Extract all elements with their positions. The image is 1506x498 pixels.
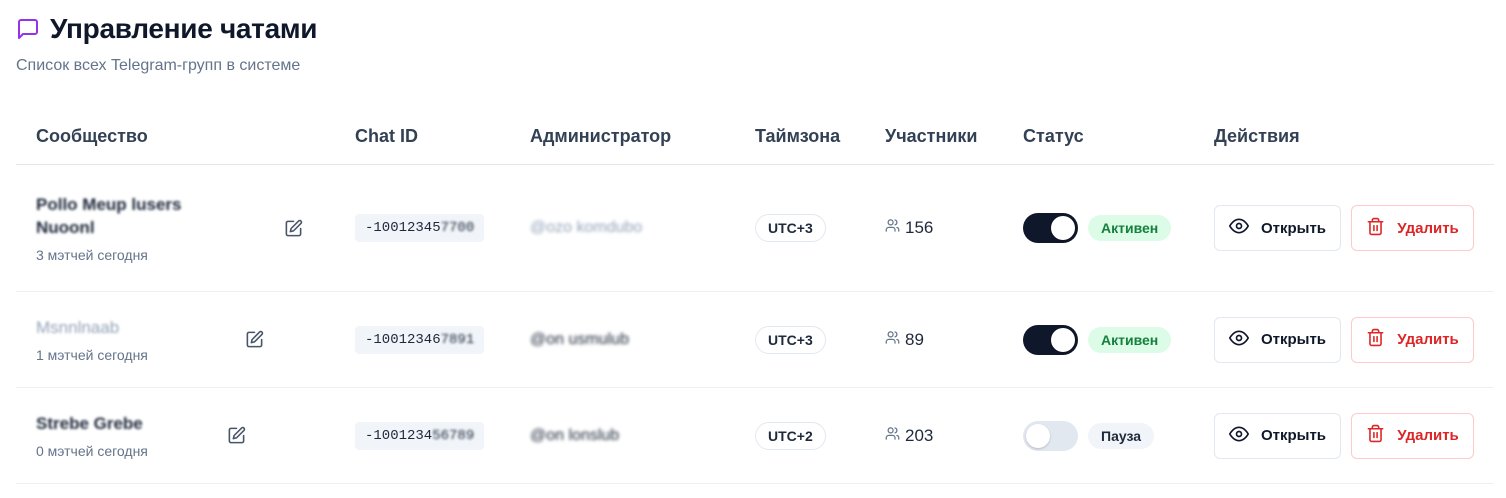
column-header-members: Участники xyxy=(885,125,978,146)
members-count: 203 xyxy=(905,425,934,445)
status-cell: Активен xyxy=(1023,324,1214,355)
table-row: Msnnlnaab 1 мэтчей сегодня -100123467891… xyxy=(16,292,1494,388)
members-count: 156 xyxy=(905,218,934,237)
edit-icon[interactable] xyxy=(224,424,248,448)
chat-id-prefix: -10012346 xyxy=(365,331,441,348)
members-cell: 89 xyxy=(885,330,1023,350)
toggle-knob xyxy=(1051,327,1075,352)
trash-icon xyxy=(1366,217,1385,240)
community-name: Pollo Meup lusers xyxy=(36,195,182,214)
title-row: Управление чатами xyxy=(16,12,318,46)
users-icon xyxy=(885,426,900,446)
column-header-status: Статус xyxy=(1023,125,1084,146)
timezone-cell: UTC+2 xyxy=(755,421,885,450)
delete-button[interactable]: Удалить xyxy=(1351,205,1474,251)
admin-username: @ozo komdubo xyxy=(530,219,643,236)
chat-id-cell: -100123456789 xyxy=(355,421,530,450)
edit-icon[interactable] xyxy=(242,328,266,352)
matches-today: 3 мэтчей сегодня xyxy=(36,247,148,263)
admin-username: @on usmulub xyxy=(530,330,629,348)
timezone-badge: UTC+2 xyxy=(755,421,826,450)
chat-id-tail: 7700 xyxy=(440,220,475,236)
delete-button-label: Удалить xyxy=(1397,219,1459,237)
users-icon xyxy=(885,330,900,350)
status-toggle[interactable] xyxy=(1023,213,1078,243)
matches-today: 1 мэтчей сегодня xyxy=(36,347,148,363)
status-cell: Активен xyxy=(1023,213,1214,243)
timezone-cell: UTC+3 xyxy=(755,325,885,354)
open-button-label: Открыть xyxy=(1260,427,1327,444)
delete-button[interactable]: Удалить xyxy=(1351,316,1474,363)
trash-icon xyxy=(1366,424,1385,447)
timezone-badge: UTC+3 xyxy=(755,325,826,354)
table-row: Pollo Meup lusers Nuoonl 3 мэтчей сегодн… xyxy=(16,165,1494,292)
column-header-actions: Действия xyxy=(1214,125,1300,146)
community-name-line2: Nuoonl xyxy=(36,218,95,237)
delete-button[interactable]: Удалить xyxy=(1351,412,1474,459)
status-badge: Активен xyxy=(1088,326,1172,353)
open-button[interactable]: Открыть xyxy=(1214,316,1341,363)
page-header: Управление чатами Список всех Telegram-г… xyxy=(16,12,318,75)
actions-cell: Открыть Удалить xyxy=(1214,412,1494,459)
toggle-knob xyxy=(1026,423,1050,448)
delete-button-label: Удалить xyxy=(1397,427,1459,444)
community-cell: Msnnlnaab 1 мэтчей сегодня xyxy=(16,316,355,363)
message-square-icon xyxy=(16,17,40,41)
trash-icon xyxy=(1366,328,1385,351)
status-cell: Пауза xyxy=(1023,420,1214,451)
admin-username: @on lonslub xyxy=(530,426,620,444)
status-toggle[interactable] xyxy=(1023,420,1078,451)
chat-id-prefix: -1001234 xyxy=(365,427,433,444)
members-count: 89 xyxy=(905,329,924,349)
page-subtitle: Список всех Telegram-групп в системе xyxy=(16,57,301,74)
chat-id-tail: 7891 xyxy=(440,331,475,348)
members-cell: 203 xyxy=(885,426,1023,446)
status-badge: Активен xyxy=(1088,215,1172,241)
timezone-cell: UTC+3 xyxy=(755,214,885,242)
chat-id-cell: -100123457700 xyxy=(355,214,530,242)
admin-cell: @on usmulub xyxy=(530,331,755,349)
toggle-knob xyxy=(1051,216,1075,240)
table-row: Strebe Grebe 0 мэтчей сегодня -100123456… xyxy=(16,388,1494,484)
eye-icon xyxy=(1228,328,1249,352)
column-header-timezone: Таймзона xyxy=(755,125,841,146)
open-button-label: Открыть xyxy=(1260,219,1327,237)
community-cell: Strebe Grebe 0 мэтчей сегодня xyxy=(16,412,355,459)
delete-button-label: Удалить xyxy=(1397,331,1459,348)
members-cell: 156 xyxy=(885,218,1023,238)
community-name: Strebe Grebe xyxy=(36,414,143,433)
matches-today: 0 мэтчей сегодня xyxy=(36,443,148,459)
page-title: Управление чатами xyxy=(50,13,318,44)
chat-id-tail: 56789 xyxy=(432,427,475,444)
chat-id: -100123457700 xyxy=(355,214,485,242)
eye-icon xyxy=(1228,216,1249,240)
chat-id: -100123467891 xyxy=(355,325,485,354)
actions-cell: Открыть Удалить xyxy=(1214,316,1494,363)
column-header-admin: Администратор xyxy=(530,125,672,146)
community-cell: Pollo Meup lusers Nuoonl 3 мэтчей сегодн… xyxy=(16,193,355,263)
column-header-chat-id: Chat ID xyxy=(355,125,418,146)
admin-cell: @on lonslub xyxy=(530,427,755,445)
open-button[interactable]: Открыть xyxy=(1214,412,1341,459)
chat-management-page: Управление чатами Список всех Telegram-г… xyxy=(0,0,1506,498)
chat-id: -100123456789 xyxy=(355,421,485,450)
edit-icon[interactable] xyxy=(281,216,305,240)
eye-icon xyxy=(1228,424,1249,448)
chats-table: Сообщество Chat ID Администратор Таймзон… xyxy=(16,108,1494,484)
actions-cell: Открыть Удалить xyxy=(1214,205,1494,251)
chat-id-prefix: -10012345 xyxy=(365,220,441,236)
open-button[interactable]: Открыть xyxy=(1214,205,1341,251)
chat-id-cell: -100123467891 xyxy=(355,325,530,354)
table-header: Сообщество Chat ID Администратор Таймзон… xyxy=(16,108,1494,165)
timezone-badge: UTC+3 xyxy=(755,214,826,242)
open-button-label: Открыть xyxy=(1260,331,1327,348)
admin-cell: @ozo komdubo xyxy=(530,219,755,237)
column-header-community: Сообщество xyxy=(36,125,148,146)
status-badge: Пауза xyxy=(1088,422,1155,449)
community-name: Msnnlnaab xyxy=(36,318,120,337)
users-icon xyxy=(885,218,900,238)
status-toggle[interactable] xyxy=(1023,324,1078,355)
